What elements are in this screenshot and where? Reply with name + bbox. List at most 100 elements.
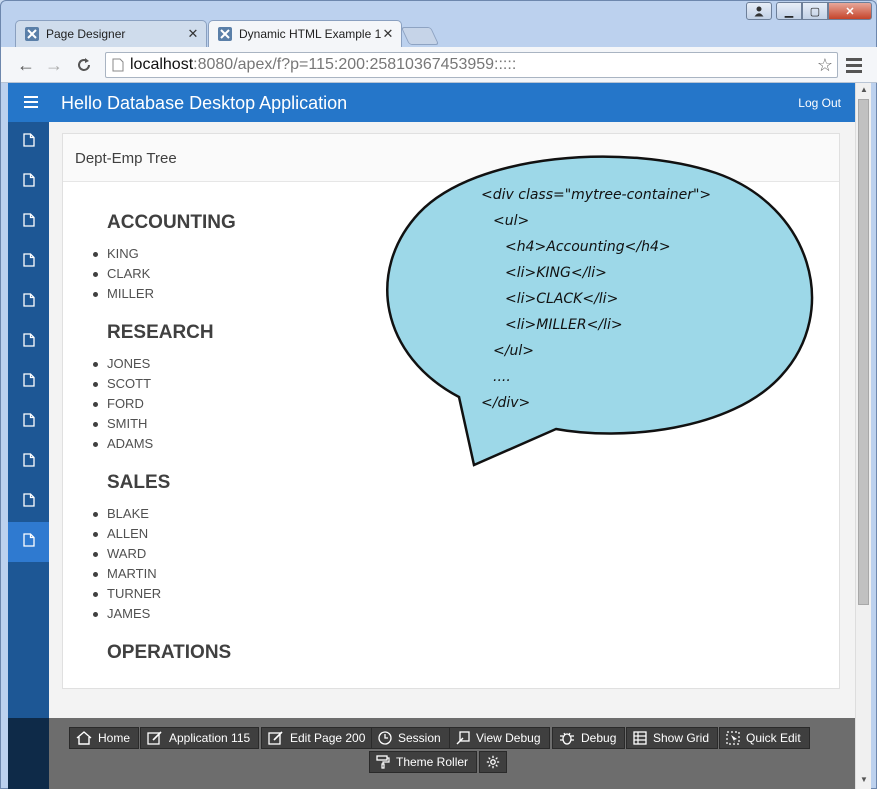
bookmark-star-icon[interactable]: ☆ [817, 55, 833, 76]
sidebar-page-item[interactable] [8, 242, 49, 282]
page-icon [22, 412, 35, 432]
page-icon [22, 332, 35, 352]
sidebar-page-item[interactable] [8, 122, 49, 162]
paint-roller-icon [376, 755, 390, 769]
devbar-theme-roller-button[interactable]: Theme Roller [369, 751, 478, 773]
edit-icon [268, 731, 284, 745]
employee-item: ALLEN [92, 524, 161, 544]
tab-close-icon[interactable]: ✕ [381, 26, 395, 42]
devbar-show-grid-button[interactable]: Show Grid [626, 727, 719, 749]
employee-item: MILLER [93, 284, 154, 304]
devbar-home-button[interactable]: Home [69, 727, 140, 749]
page-icon [22, 372, 35, 392]
edit-icon [147, 731, 163, 745]
page-icon [22, 212, 35, 232]
devbar-view-debug-label: View Debug [476, 731, 541, 745]
employee-list: JONES SCOTT FORD SMITH ADAMS [92, 354, 153, 454]
sidebar-page-item[interactable] [8, 442, 49, 482]
sidebar-page-item[interactable] [8, 482, 49, 522]
apex-favicon-icon [217, 26, 233, 42]
devbar-theme-roller-label: Theme Roller [396, 755, 469, 769]
user-icon[interactable] [746, 2, 772, 20]
tab-close-icon[interactable]: ✕ [186, 26, 200, 42]
dept-heading: OPERATIONS [107, 642, 232, 663]
browser-window: Page Designer ✕ Dynamic HTML Example 1 ✕… [0, 0, 877, 789]
devbar-spacer [8, 718, 49, 789]
devbar-quick-edit-button[interactable]: Quick Edit [719, 727, 810, 749]
employee-item: JAMES [92, 604, 161, 624]
code-speech-bubble: <div class="mytree-container"> <ul> <h4>Ac… [371, 151, 821, 476]
clock-icon [378, 731, 392, 745]
reload-icon[interactable] [73, 54, 95, 76]
devbar-quick-edit-label: Quick Edit [746, 731, 801, 745]
code-line: <h4>Accounting</h4> [505, 239, 671, 255]
devbar-session-button[interactable]: Session [371, 727, 450, 749]
devbar-settings-button[interactable] [479, 751, 507, 773]
tab-page-designer[interactable]: Page Designer ✕ [15, 20, 207, 47]
app-header: Hello Database Desktop Application Log O… [8, 83, 855, 122]
page-icon [22, 492, 35, 512]
scrollbar-thumb[interactable] [858, 99, 869, 605]
devbar-view-debug-button[interactable]: View Debug [449, 727, 550, 749]
hamburger-menu-icon[interactable] [24, 96, 38, 108]
sidebar-page-item[interactable] [8, 202, 49, 242]
employee-item: WARD [92, 544, 161, 564]
browser-menu-icon[interactable] [844, 55, 864, 75]
code-line: <li>MILLER</li> [505, 317, 623, 333]
devbar-application-label: Application 115 [169, 731, 251, 745]
page-icon [22, 172, 35, 192]
devbar-edit-page-button[interactable]: Edit Page 200 [261, 727, 375, 749]
page-icon [22, 452, 35, 472]
employee-item: CLARK [93, 264, 154, 284]
code-line: <li>KING</li> [505, 265, 607, 281]
new-tab-button[interactable] [400, 27, 440, 45]
employee-item: MARTIN [92, 564, 161, 584]
scroll-up-icon[interactable]: ▲ [856, 83, 871, 97]
sidebar-page-item[interactable] [8, 362, 49, 402]
window-controls: ▁ ▢ ✕ [746, 2, 872, 20]
page-icon [22, 292, 35, 312]
quick-edit-icon [726, 731, 740, 745]
employee-list: BLAKE ALLEN WARD MARTIN TURNER JAMES [92, 504, 161, 624]
sidebar-page-item[interactable] [8, 162, 49, 202]
scroll-down-icon[interactable]: ▼ [856, 773, 871, 787]
tab-title: Dynamic HTML Example 1 [239, 27, 381, 41]
sidebar-page-item[interactable] [8, 322, 49, 362]
tab-title: Page Designer [46, 27, 126, 41]
apex-favicon-icon [24, 26, 40, 42]
devbar-debug-button[interactable]: Debug [552, 727, 626, 749]
logout-link[interactable]: Log Out [798, 96, 841, 110]
sidebar-page-item[interactable] [8, 282, 49, 322]
back-arrow-icon[interactable]: ← [15, 54, 37, 76]
maximize-icon[interactable]: ▢ [802, 2, 828, 20]
devbar-debug-label: Debug [581, 731, 617, 745]
minimize-icon[interactable]: ▁ [776, 2, 802, 20]
vertical-scrollbar[interactable]: ▲ ▼ [855, 83, 871, 789]
page-icon [22, 132, 35, 152]
devbar-show-grid-label: Show Grid [653, 731, 710, 745]
devbar-edit-page-label: Edit Page 200 [290, 731, 366, 745]
home-icon [76, 731, 92, 745]
page-icon [112, 58, 124, 72]
grid-icon [633, 731, 647, 745]
devbar-home-label: Home [98, 731, 131, 745]
side-navigation [8, 122, 49, 789]
tab-dynamic-html[interactable]: Dynamic HTML Example 1 ✕ [208, 20, 402, 47]
code-line: <li>CLACK</li> [505, 291, 619, 307]
code-line: </div> [481, 395, 531, 411]
employee-list: KING CLARK MILLER [93, 244, 154, 304]
sidebar-page-item[interactable] [8, 402, 49, 442]
app-title[interactable]: Hello Database Desktop Application [61, 93, 347, 114]
address-bar[interactable]: localhost:8080/apex/f?p=115:200:25810367… [105, 52, 838, 78]
forward-arrow-icon[interactable]: → [43, 54, 65, 76]
employee-item: BLAKE [92, 504, 161, 524]
employee-item: JONES [92, 354, 153, 374]
code-line: .... [493, 369, 511, 385]
employee-item: SMITH [92, 414, 153, 434]
sidebar-page-item[interactable] [8, 522, 49, 562]
devbar-application-button[interactable]: Application 115 [140, 727, 260, 749]
window-close-icon[interactable]: ✕ [828, 2, 872, 20]
gear-icon [486, 755, 500, 769]
url-host: localhost [130, 56, 194, 73]
tab-strip: Page Designer ✕ Dynamic HTML Example 1 ✕… [1, 1, 877, 47]
